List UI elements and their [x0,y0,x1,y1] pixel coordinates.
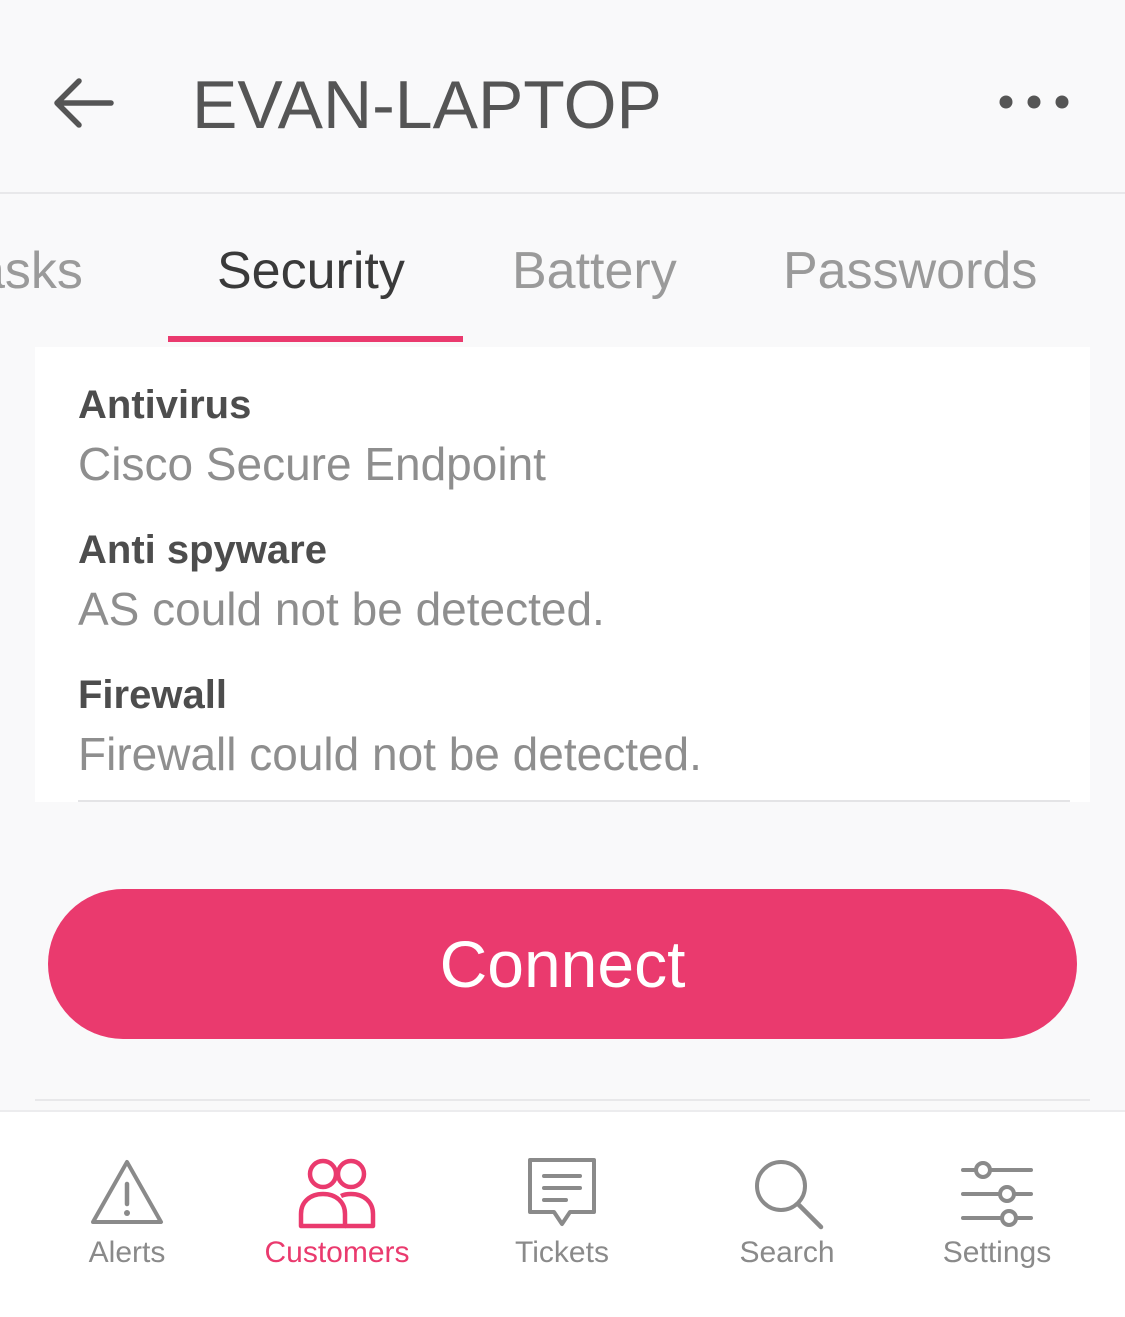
tab-security[interactable]: Security [217,226,405,316]
security-details-card: Antivirus Cisco Secure Endpoint Anti spy… [35,347,1090,802]
tab-passwords[interactable]: Passwords [783,226,1037,316]
back-arrow-icon [54,78,114,128]
tabbar-item-customers[interactable]: Customers [237,1152,437,1292]
tabbar-label-customers: Customers [264,1236,410,1269]
more-horizontal-icon [999,95,1069,109]
tabbar-label-tickets: Tickets [515,1236,609,1269]
anti-spyware-label: Anti spyware [78,528,327,572]
tabbar-item-alerts[interactable]: Alerts [27,1152,227,1292]
page-title: EVAN-LAPTOP [192,67,662,143]
firewall-label: Firewall [78,673,227,717]
message-square-icon [528,1158,596,1226]
search-icon [755,1160,824,1230]
content-divider [35,1099,1090,1101]
tabbar-item-search[interactable]: Search [687,1152,887,1292]
active-tab-indicator [168,336,463,342]
firewall-value: Firewall could not be detected. [78,728,702,780]
top-navigation-bar: EVAN-LAPTOP [0,0,1125,194]
anti-spyware-value: AS could not be detected. [78,583,605,635]
antivirus-label: Antivirus [78,383,252,427]
antivirus-value: Cisco Secure Endpoint [78,438,546,490]
users-icon [298,1158,376,1229]
back-button[interactable] [40,60,126,146]
tabbar-item-settings[interactable]: Settings [897,1152,1097,1292]
warning-triangle-icon [91,1160,163,1224]
sliders-icon [961,1161,1033,1227]
tabbar-item-tickets[interactable]: Tickets [462,1152,662,1292]
tab-tasks[interactable]: Tasks [0,226,83,316]
device-detail-screen: EVAN-LAPTOP Tasks Security Battery Passw… [0,0,1125,1317]
connect-button[interactable]: Connect [48,889,1077,1039]
bottom-tab-bar: Alerts Customers Tickets Search Settings [0,1110,1125,1317]
card-divider [78,800,1070,802]
device-section-tabs: Tasks Security Battery Passwords [0,196,1125,342]
tabbar-label-settings: Settings [942,1236,1052,1269]
tab-battery[interactable]: Battery [512,226,677,316]
tabbar-label-alerts: Alerts [88,1236,166,1269]
tabbar-label-search: Search [739,1236,835,1269]
more-options-button[interactable] [984,70,1084,134]
